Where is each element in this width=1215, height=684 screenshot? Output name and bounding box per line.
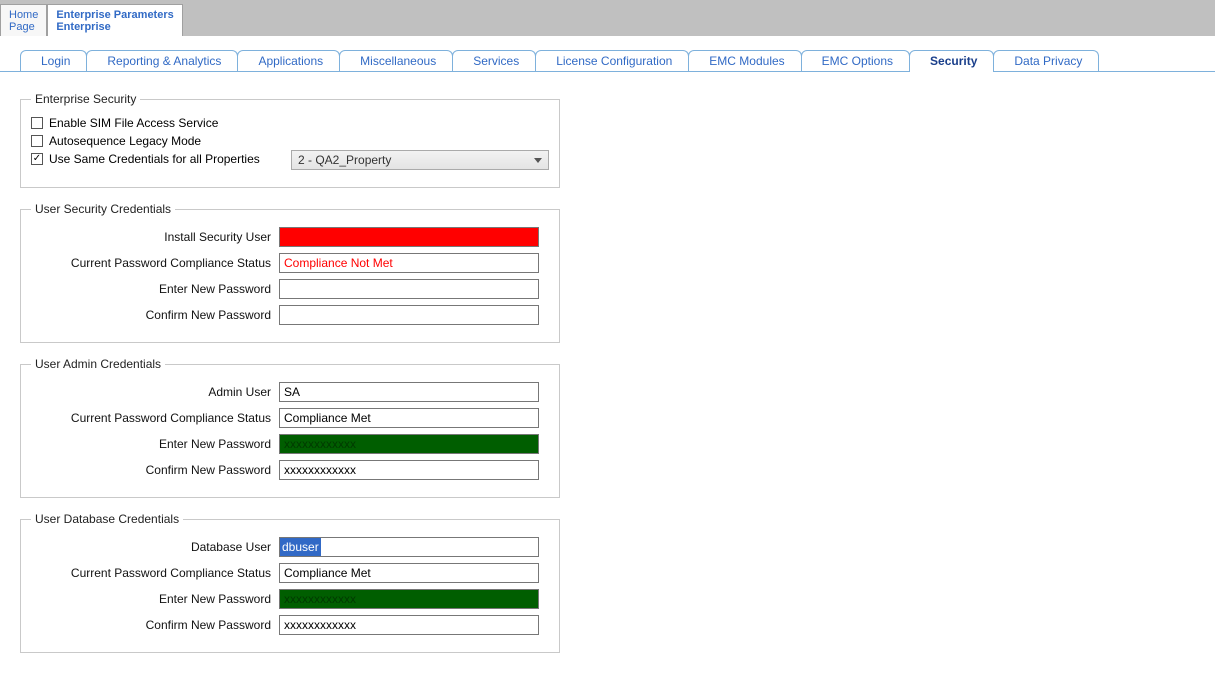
user-admin-credentials-group: User Admin Credentials Admin User SA Cur… <box>20 357 560 498</box>
checkbox-enable-sim[interactable] <box>31 117 43 129</box>
value-db-compliance-status: Compliance Met <box>279 563 539 583</box>
user-admin-legend: User Admin Credentials <box>31 357 165 371</box>
tab-data-privacy[interactable]: Data Privacy <box>993 50 1099 71</box>
tab-enterprise-parameters[interactable]: Enterprise Parameters Enterprise <box>47 4 182 36</box>
label-sec-compliance-status: Current Password Compliance Status <box>31 256 279 270</box>
app-top-bar: Home Page Enterprise Parameters Enterpri… <box>0 0 1215 36</box>
tab-ent-line2: Enterprise <box>56 21 173 33</box>
label-db-new-password: Enter New Password <box>31 592 279 606</box>
user-security-legend: User Security Credentials <box>31 202 175 216</box>
user-db-legend: User Database Credentials <box>31 512 183 526</box>
label-same-credentials: Use Same Credentials for all Properties <box>49 152 260 166</box>
user-database-credentials-group: User Database Credentials Database User … <box>20 512 560 653</box>
value-sec-compliance-status: Compliance Not Met <box>279 253 539 273</box>
tab-applications[interactable]: Applications <box>237 50 340 71</box>
subtab-bar: Login Reporting & Analytics Applications… <box>0 50 1215 72</box>
tab-home-line1: Home <box>9 9 38 21</box>
tab-home-page[interactable]: Home Page <box>0 4 47 36</box>
label-sec-new-password: Enter New Password <box>31 282 279 296</box>
tab-ent-line1: Enterprise Parameters <box>56 9 173 21</box>
label-db-confirm-password: Confirm New Password <box>31 618 279 632</box>
label-admin-confirm-password: Confirm New Password <box>31 463 279 477</box>
tab-login[interactable]: Login <box>20 50 87 71</box>
user-security-credentials-group: User Security Credentials Install Securi… <box>20 202 560 343</box>
tab-security[interactable]: Security <box>909 50 994 71</box>
input-database-user[interactable]: dbuser <box>279 537 539 557</box>
value-admin-compliance-status: Compliance Met <box>279 408 539 428</box>
checkbox-auto-legacy[interactable] <box>31 135 43 147</box>
tab-miscellaneous[interactable]: Miscellaneous <box>339 50 453 71</box>
database-user-selected-text: dbuser <box>280 538 321 556</box>
label-admin-compliance-status: Current Password Compliance Status <box>31 411 279 425</box>
tab-emc-modules[interactable]: EMC Modules <box>688 50 801 71</box>
label-enable-sim: Enable SIM File Access Service <box>49 116 218 130</box>
label-install-security-user: Install Security User <box>31 230 279 244</box>
property-dropdown[interactable]: 2 - QA2_Property <box>291 150 549 170</box>
input-admin-confirm-password[interactable]: xxxxxxxxxxxx <box>279 460 539 480</box>
label-database-user: Database User <box>31 540 279 554</box>
input-db-new-password[interactable]: xxxxxxxxxxxx <box>279 589 539 609</box>
tab-home-line2: Page <box>9 21 38 33</box>
input-db-confirm-password[interactable]: xxxxxxxxxxxx <box>279 615 539 635</box>
tab-services[interactable]: Services <box>452 50 536 71</box>
property-dropdown-value: 2 - QA2_Property <box>298 153 391 167</box>
tab-reporting-analytics[interactable]: Reporting & Analytics <box>86 50 238 71</box>
enterprise-security-group: Enterprise Security Enable SIM File Acce… <box>20 92 560 188</box>
label-admin-new-password: Enter New Password <box>31 437 279 451</box>
security-panel: Enterprise Security Enable SIM File Acce… <box>0 72 1215 653</box>
input-sec-confirm-password[interactable] <box>279 305 539 325</box>
input-install-security-user[interactable] <box>279 227 539 247</box>
input-admin-user[interactable]: SA <box>279 382 539 402</box>
chevron-down-icon <box>534 158 542 163</box>
label-db-compliance-status: Current Password Compliance Status <box>31 566 279 580</box>
tab-license-configuration[interactable]: License Configuration <box>535 50 689 71</box>
checkbox-same-credentials[interactable] <box>31 153 43 165</box>
enterprise-security-legend: Enterprise Security <box>31 92 140 106</box>
tab-emc-options[interactable]: EMC Options <box>801 50 910 71</box>
label-sec-confirm-password: Confirm New Password <box>31 308 279 322</box>
label-auto-legacy: Autosequence Legacy Mode <box>49 134 201 148</box>
input-admin-new-password[interactable]: xxxxxxxxxxxx <box>279 434 539 454</box>
label-admin-user: Admin User <box>31 385 279 399</box>
input-sec-new-password[interactable] <box>279 279 539 299</box>
